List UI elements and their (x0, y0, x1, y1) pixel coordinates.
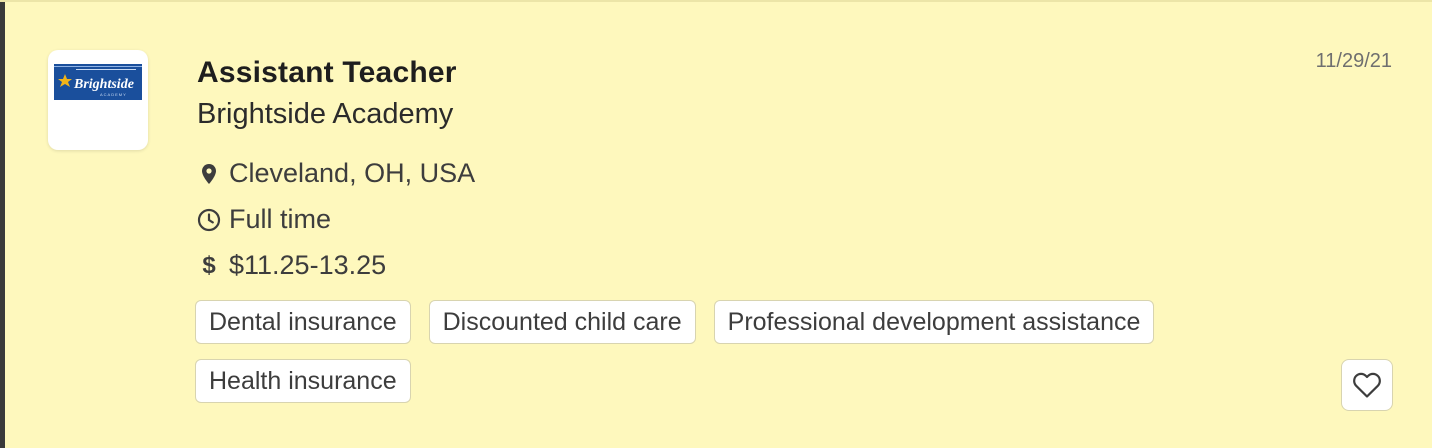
company-name: Brightside Academy (197, 98, 454, 130)
job-type-text: Full time (229, 204, 332, 234)
job-card[interactable]: Brightside ACADEMY 11/29/21 Assistant Te… (0, 0, 1432, 448)
company-logo: Brightside ACADEMY (48, 50, 148, 150)
dollar-icon: $ (202, 251, 216, 279)
benefit-tag: Health insurance (195, 359, 411, 403)
location-text: Cleveland, OH, USA (229, 158, 476, 188)
map-pin-icon (197, 163, 221, 185)
job-title[interactable]: Assistant Teacher (197, 56, 457, 90)
benefit-tag: Dental insurance (195, 300, 411, 344)
brightside-logo-image: Brightside ACADEMY (54, 64, 142, 100)
favorite-button[interactable] (1341, 359, 1393, 411)
pay-text: $11.25-13.25 (229, 250, 387, 280)
clock-icon (197, 208, 221, 232)
pay-row: $ $11.25-13.25 (197, 250, 386, 281)
svg-text:Brightside: Brightside (73, 77, 134, 92)
location-row: Cleveland, OH, USA (197, 158, 475, 189)
benefit-tag: Discounted child care (428, 300, 696, 344)
heart-icon (1353, 372, 1381, 398)
job-type-row: Full time (197, 204, 331, 235)
benefit-tags: Dental insurance Discounted child care P… (195, 300, 1275, 403)
benefit-tag: Professional development assistance (713, 300, 1155, 344)
card-accent-bar (0, 2, 5, 448)
posted-date: 11/29/21 (1315, 50, 1392, 72)
svg-text:ACADEMY: ACADEMY (100, 92, 127, 97)
